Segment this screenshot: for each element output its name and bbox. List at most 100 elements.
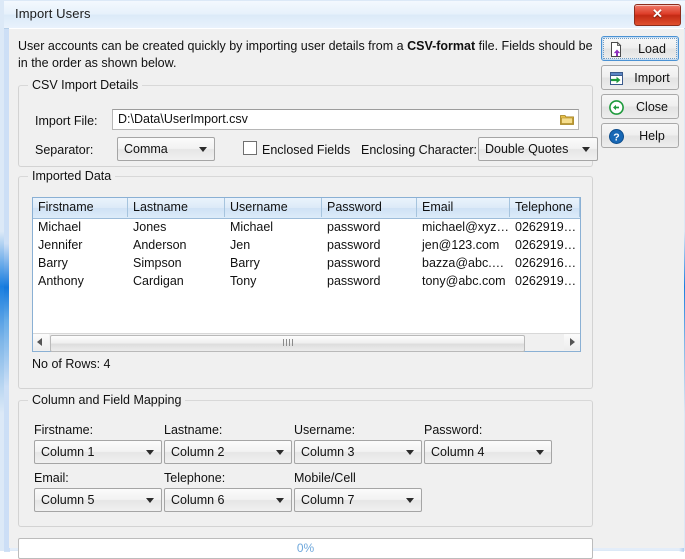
column-field-mapping-title: Column and Field Mapping	[28, 393, 186, 407]
grid-column-header[interactable]: Firstname	[33, 198, 128, 217]
mapping-select[interactable]: Column 7	[294, 488, 422, 512]
chevron-down-icon	[406, 498, 414, 503]
grid-cell: Jen	[230, 238, 251, 252]
chevron-down-icon	[199, 147, 207, 152]
mapping-select[interactable]: Column 1	[34, 440, 162, 464]
intro-emphasis: CSV-format	[407, 39, 476, 53]
mapping-select-value: Column 1	[41, 445, 95, 459]
separator-select[interactable]: Comma	[117, 137, 215, 161]
mapping-select-value: Column 5	[41, 493, 95, 507]
mapping-label: Username:	[294, 423, 356, 437]
import-arrow-icon	[608, 70, 625, 87]
mapping-select[interactable]: Column 5	[34, 488, 162, 512]
grid-column-header[interactable]: Username	[225, 198, 322, 217]
grid-column-header[interactable]: Password	[322, 198, 417, 217]
grid-cell: password	[327, 220, 381, 234]
grid-cell: Jennifer	[38, 238, 83, 252]
grid-cell: Jones	[133, 220, 167, 234]
help-button[interactable]: ? Help	[601, 123, 679, 148]
back-arrow-icon	[608, 99, 625, 116]
close-icon: ✕	[652, 6, 663, 21]
grid-cell: Michael	[38, 220, 82, 234]
enclosed-fields-checkbox[interactable]	[243, 141, 257, 155]
dialog-client-area: User accounts can be created quickly by …	[9, 28, 684, 559]
grid-cell: Anthony	[38, 274, 84, 288]
grid-cell: Cardigan	[133, 274, 184, 288]
enclosing-character-value: Double Quotes	[485, 142, 569, 156]
title-bar: Import Users ✕	[4, 1, 685, 29]
grid-cell: 0262919241	[515, 274, 580, 288]
grid-cell: tony@abc.com	[422, 274, 506, 288]
import-file-label: Import File:	[35, 114, 98, 128]
intro-text: User accounts can be created quickly by …	[18, 38, 593, 72]
grid-column-header[interactable]: Lastname	[128, 198, 225, 217]
close-button-label: Close	[636, 100, 668, 114]
close-window-button[interactable]: ✕	[634, 4, 681, 26]
imported-data-grid[interactable]: Firstname Lastname Username Password Email Te…	[32, 197, 581, 352]
mapping-select[interactable]: Column 6	[164, 488, 292, 512]
grid-cell: 0262916241	[515, 256, 580, 270]
load-button-label: Load	[638, 42, 666, 56]
column-field-mapping-group: Column and Field Mapping Firstname: Colum…	[18, 393, 593, 527]
import-users-window: Import Users ✕ User accounts can be crea…	[0, 0, 685, 559]
enclosing-character-select[interactable]: Double Quotes	[478, 137, 598, 161]
grid-cell: 0262919241	[515, 220, 580, 234]
mapping-label: Password:	[424, 423, 483, 437]
grid-cell: password	[327, 274, 381, 288]
import-button-label: Import	[634, 71, 670, 85]
question-mark-icon: ?	[608, 128, 625, 145]
grid-column-header[interactable]: Email	[417, 198, 510, 217]
grid-column-header[interactable]: Telephone	[510, 198, 580, 217]
window-title: Import Users	[15, 6, 91, 21]
imported-data-title: Imported Data	[28, 169, 116, 183]
chevron-down-icon	[536, 450, 544, 455]
mapping-select[interactable]: Column 2	[164, 440, 292, 464]
csv-import-details-group: CSV Import Details Import File: D:\Data\…	[18, 78, 598, 167]
grid-cell: bazza@abc.com	[422, 256, 510, 270]
import-file-value: D:\Data\UserImport.csv	[118, 112, 248, 126]
load-button[interactable]: Load	[601, 36, 679, 61]
csv-import-details-title: CSV Import Details	[28, 78, 143, 92]
imported-data-group: Imported Data Firstname Lastname Username P…	[18, 169, 593, 389]
progress-bar-text: 0%	[296, 541, 315, 555]
mapping-select-value: Column 6	[171, 493, 225, 507]
mapping-label: Mobile/Cell	[294, 471, 356, 485]
import-button[interactable]: Import	[601, 65, 679, 90]
grid-cell: Barry	[38, 256, 68, 270]
table-row[interactable]: Anthony Cardigan Tony password tony@abc.com 0…	[33, 272, 580, 290]
mapping-label: Telephone:	[164, 471, 226, 485]
mapping-select-value: Column 2	[171, 445, 225, 459]
close-button[interactable]: Close	[601, 94, 679, 119]
mapping-select[interactable]: Column 4	[424, 440, 552, 464]
help-button-label: Help	[639, 129, 665, 143]
progress-bar: 0%	[18, 538, 593, 559]
mapping-label: Firstname:	[34, 423, 94, 437]
grid-horizontal-scrollbar[interactable]	[33, 333, 580, 352]
mapping-select-value: Column 4	[431, 445, 485, 459]
scroll-left-arrow-icon[interactable]	[33, 334, 49, 350]
table-row[interactable]: Barry Simpson Barry password bazza@abc.com 02…	[33, 254, 580, 272]
table-row[interactable]: Michael Jones Michael password michael@xyz.c…	[33, 218, 580, 236]
mapping-label: Lastname:	[164, 423, 223, 437]
grid-body: Michael Jones Michael password michael@xyz.c…	[33, 218, 580, 331]
import-file-input[interactable]: D:\Data\UserImport.csv	[112, 109, 579, 130]
mapping-select-value: Column 7	[301, 493, 355, 507]
grid-header-row: Firstname Lastname Username Password Email Te…	[33, 198, 580, 219]
grid-cell: password	[327, 238, 381, 252]
grid-cell: Tony	[230, 274, 257, 288]
grid-cell: michael@xyz.co…	[422, 220, 510, 234]
grid-cell: Michael	[230, 220, 274, 234]
scrollbar-grip-icon	[282, 339, 293, 346]
folder-icon[interactable]	[560, 113, 574, 125]
scroll-right-arrow-icon[interactable]	[564, 334, 580, 350]
table-row[interactable]: Jennifer Anderson Jen password jen@123.com 02…	[33, 236, 580, 254]
separator-label: Separator:	[35, 143, 94, 157]
mapping-select[interactable]: Column 3	[294, 440, 422, 464]
grid-cell: jen@123.com	[422, 238, 500, 252]
scrollbar-thumb[interactable]	[50, 335, 525, 352]
row-count-label: No of Rows: 4	[32, 357, 111, 371]
chevron-down-icon	[582, 147, 590, 152]
enclosing-character-label: Enclosing Character:	[361, 143, 478, 157]
separator-value: Comma	[124, 142, 168, 156]
grid-cell: 0262919241	[515, 238, 580, 252]
